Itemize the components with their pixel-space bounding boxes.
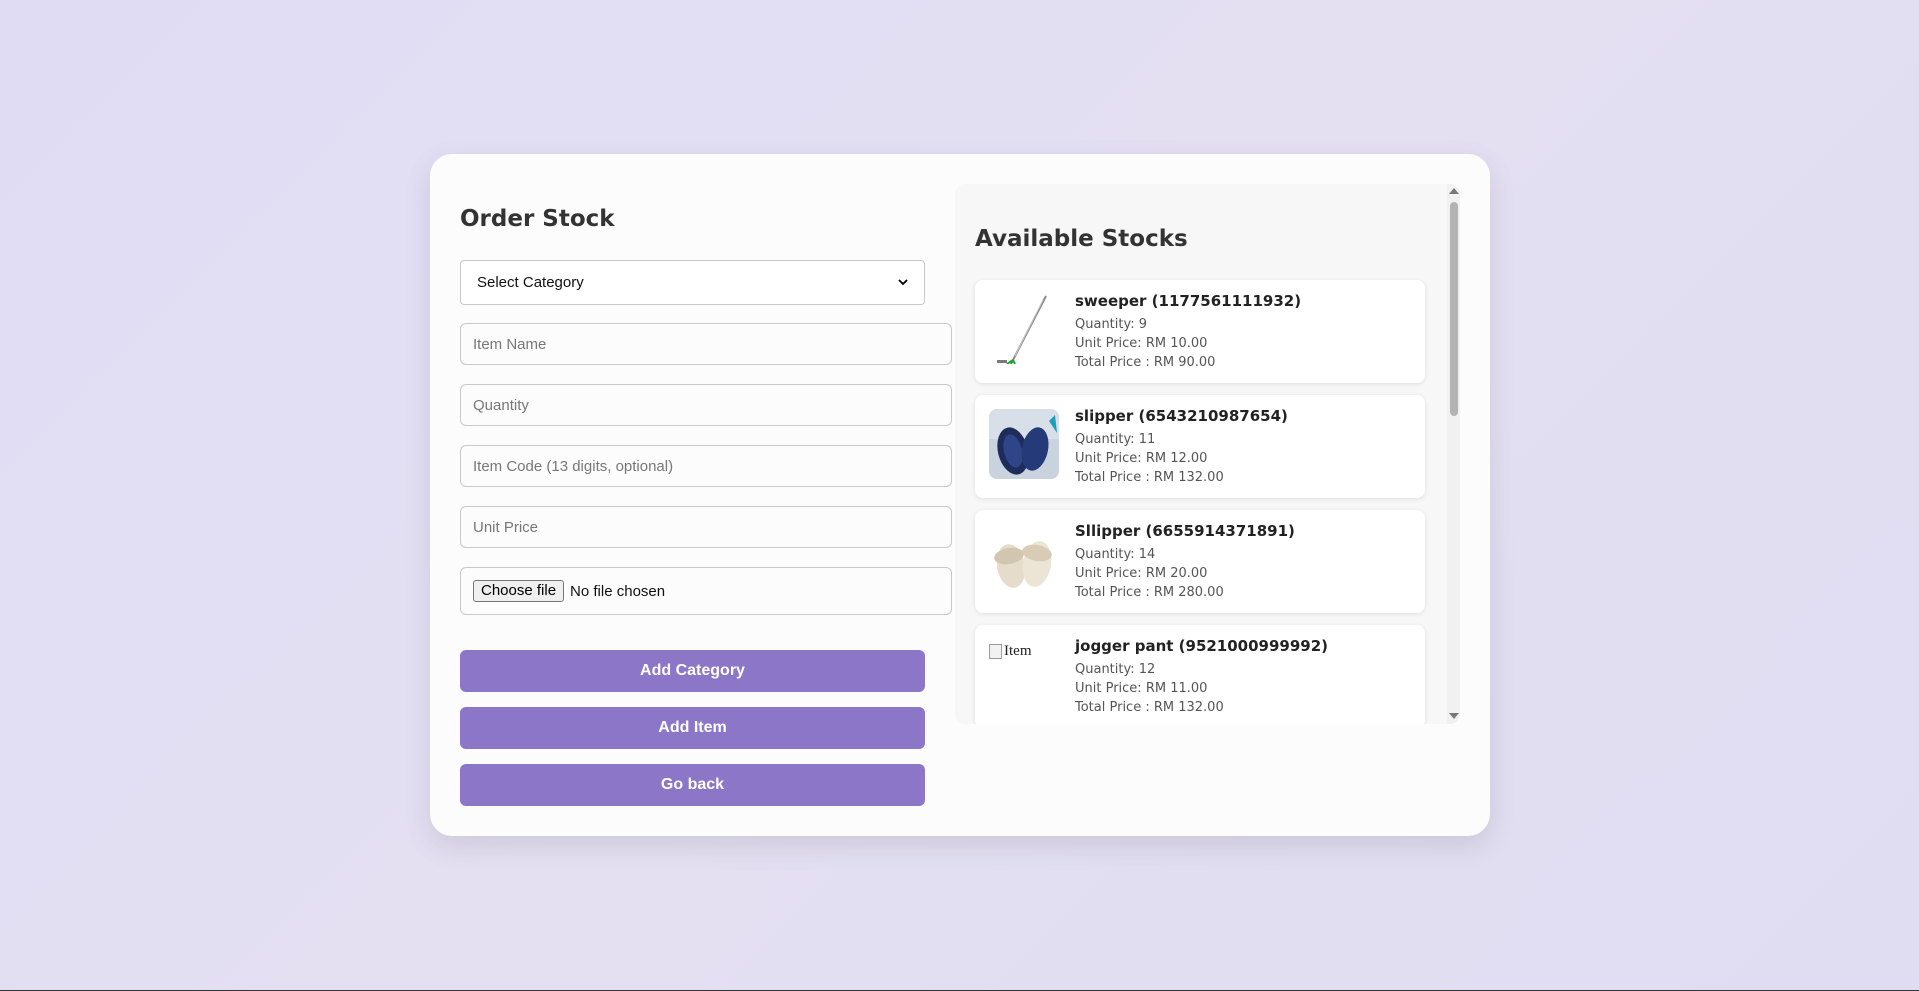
broken-image-alt-text: Item — [1004, 642, 1032, 659]
stock-item-total-price: Total Price : RM 132.00 — [1075, 470, 1224, 485]
stock-item-name: slipper (6543210987654) — [1075, 407, 1288, 425]
stock-item-name: sweeper (1177561111932) — [1075, 292, 1302, 310]
stock-item-total-price: Total Price : RM 280.00 — [1075, 585, 1224, 600]
category-select[interactable]: Select Category — [460, 260, 925, 305]
file-upload-field: Choose file No file chosen — [460, 567, 952, 615]
available-stocks-panel: Available Stocks sweeper (1177561111932)… — [955, 184, 1460, 724]
stock-item-quantity: Quantity: 11 — [1075, 432, 1156, 447]
add-category-button[interactable]: Add Category — [460, 650, 925, 692]
stock-item-unit-price: Unit Price: RM 11.00 — [1075, 681, 1208, 696]
item-name-input[interactable]: Item Name — [460, 323, 952, 365]
sweeper-image — [989, 294, 1059, 364]
blue-slippers-image — [989, 409, 1059, 479]
stocks-scrollbar[interactable] — [1447, 184, 1460, 724]
stock-item-unit-price: Unit Price: RM 10.00 — [1075, 336, 1208, 351]
go-back-button[interactable]: Go back — [460, 764, 925, 806]
stock-item: Sllipper (6655914371891) Quantity: 14 Un… — [975, 510, 1425, 613]
scroll-up-arrow-icon[interactable] — [1449, 188, 1459, 194]
stock-item-total-price: Total Price : RM 132.00 — [1075, 700, 1224, 715]
choose-file-button[interactable]: Choose file — [473, 580, 565, 602]
order-stock-card: Order Stock Select Category Item Name Qu… — [430, 154, 1490, 836]
stock-item-quantity: Quantity: 14 — [1075, 547, 1156, 562]
unit-price-input[interactable]: Unit Price — [460, 506, 952, 548]
quantity-input[interactable]: Quantity — [460, 384, 952, 426]
stock-item: sweeper (1177561111932) Quantity: 9 Unit… — [975, 280, 1425, 383]
broken-image-placeholder: Item — [989, 641, 1079, 661]
stock-item-unit-price: Unit Price: RM 20.00 — [1075, 566, 1208, 581]
broken-image-icon — [989, 643, 1002, 659]
stock-item-name: jogger pant (9521000999992) — [1075, 637, 1329, 655]
stock-item-quantity: Quantity: 9 — [1075, 317, 1148, 332]
chevron-down-icon — [898, 278, 908, 288]
stock-item: slipper (6543210987654) Quantity: 11 Uni… — [975, 395, 1425, 498]
stock-item-name: Sllipper (6655914371891) — [1075, 522, 1295, 540]
stock-list: sweeper (1177561111932) Quantity: 9 Unit… — [975, 280, 1425, 724]
stocks-title: Available Stocks — [975, 226, 1188, 252]
category-select-value: Select Category — [477, 274, 584, 291]
add-item-button[interactable]: Add Item — [460, 707, 925, 749]
stock-item-unit-price: Unit Price: RM 12.00 — [1075, 451, 1208, 466]
stock-item-total-price: Total Price : RM 90.00 — [1075, 355, 1216, 370]
scroll-down-arrow-icon[interactable] — [1449, 713, 1459, 719]
scrollbar-thumb[interactable] — [1450, 202, 1458, 416]
beige-slippers-image — [989, 524, 1059, 594]
item-code-input[interactable]: Item Code (13 digits, optional) — [460, 445, 952, 487]
stock-item-quantity: Quantity: 12 — [1075, 662, 1156, 677]
page-title: Order Stock — [460, 206, 615, 232]
file-status-text: No file chosen — [570, 582, 666, 600]
stock-item: Item jogger pant (9521000999992) Quantit… — [975, 625, 1425, 724]
